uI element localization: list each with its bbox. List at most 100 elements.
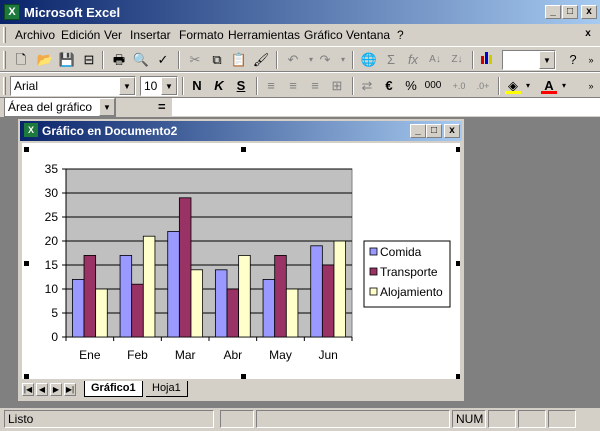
menu-grafico[interactable]: Gráfico xyxy=(304,28,343,42)
toolbar-options-icon[interactable]: » xyxy=(580,76,600,96)
menu-close-icon[interactable]: x xyxy=(580,28,596,42)
selection-handle[interactable] xyxy=(241,374,246,379)
prev-sheet-icon[interactable]: ◀ xyxy=(36,383,48,396)
chart-sheet[interactable]: 0 5 10 15 20 25 30 35 Ene Feb Mar Abr May Jun Comida… xyxy=(22,143,461,379)
fill-color-icon[interactable]: ◈ xyxy=(502,76,524,96)
italic-button[interactable]: K xyxy=(208,76,230,96)
cut-icon[interactable]: ✂ xyxy=(184,50,206,70)
currency-button[interactable]: € xyxy=(378,76,400,96)
bar[interactable] xyxy=(285,288,299,338)
menu-herramientas[interactable]: Herramientas xyxy=(228,28,300,42)
decrease-decimal-icon[interactable]: .0+ xyxy=(472,76,494,96)
close-button[interactable]: x xyxy=(581,5,597,19)
merge-center-icon[interactable]: ⊞ xyxy=(326,76,348,96)
zoom-combo[interactable]: ▼ xyxy=(502,50,556,70)
selection-handle[interactable] xyxy=(456,261,461,266)
paste-icon[interactable]: 📋 xyxy=(228,50,250,70)
sort-ascending-icon[interactable]: A↓ xyxy=(424,50,446,70)
chart-wizard-icon[interactable] xyxy=(477,50,499,70)
euro-conversion-icon[interactable]: ⇄ xyxy=(356,76,378,96)
first-sheet-icon[interactable]: |◀ xyxy=(22,383,34,396)
percent-button[interactable]: % xyxy=(400,76,422,96)
bar[interactable] xyxy=(142,235,156,338)
selection-handle[interactable] xyxy=(24,147,29,152)
plot-area[interactable] xyxy=(65,168,353,338)
bar[interactable] xyxy=(131,283,144,338)
status-bar: Listo NUM xyxy=(0,408,600,431)
align-center-icon[interactable]: ≡ xyxy=(282,76,304,96)
legend[interactable]: Comida Transporte Alojamiento xyxy=(363,240,451,308)
new-file-icon[interactable]: 🗋 xyxy=(10,50,32,70)
bar[interactable] xyxy=(333,240,347,338)
spellcheck-icon[interactable]: ✓ xyxy=(152,50,174,70)
save-icon[interactable]: 💾 xyxy=(56,50,78,70)
minimize-button[interactable]: _ xyxy=(545,5,561,19)
bar[interactable] xyxy=(226,288,240,338)
chevron-down-icon[interactable]: ▾ xyxy=(522,76,534,96)
sort-descending-icon[interactable]: Z↓ xyxy=(446,50,468,70)
menu-insertar[interactable]: Insertar xyxy=(130,28,171,42)
bar[interactable] xyxy=(83,255,97,338)
selection-handle[interactable] xyxy=(24,374,29,379)
bar[interactable] xyxy=(71,278,85,338)
print-icon[interactable]: 🖶 xyxy=(108,50,130,70)
workbook-minimize-button[interactable]: _ xyxy=(410,124,426,138)
menu-formato[interactable]: Formato xyxy=(179,28,224,42)
bar[interactable] xyxy=(274,255,287,338)
align-right-icon[interactable]: ≡ xyxy=(304,76,326,96)
menu-ver[interactable]: Ver xyxy=(104,28,122,42)
selection-handle[interactable] xyxy=(456,147,461,152)
font-color-icon[interactable]: A xyxy=(538,76,560,96)
bar[interactable] xyxy=(238,255,251,338)
menu-ventana[interactable]: Ventana xyxy=(346,28,390,42)
bold-button[interactable]: N xyxy=(186,76,208,96)
maximize-button[interactable]: □ xyxy=(562,5,578,19)
tab-hoja1[interactable]: Hoja1 xyxy=(146,381,188,397)
align-left-icon[interactable]: ≡ xyxy=(260,76,282,96)
bar[interactable] xyxy=(214,269,228,338)
tab-grafico1[interactable]: Gráfico1 xyxy=(84,381,143,397)
workbook-close-button[interactable]: x xyxy=(444,124,460,138)
thousands-button[interactable]: 000 xyxy=(422,76,444,96)
font-combo[interactable]: Arial ▼ xyxy=(10,76,136,96)
menu-edicion[interactable]: Edición xyxy=(61,28,100,42)
font-size-combo[interactable]: 10 ▼ xyxy=(140,76,178,96)
bar[interactable] xyxy=(321,264,335,338)
last-sheet-icon[interactable]: ▶| xyxy=(64,383,76,396)
menu-archivo[interactable]: Archivo xyxy=(15,28,55,42)
bar[interactable] xyxy=(310,245,323,338)
formula-input[interactable] xyxy=(172,97,600,116)
chevron-down-icon[interactable]: ▼ xyxy=(161,77,177,95)
selection-handle[interactable] xyxy=(241,147,246,152)
bar[interactable] xyxy=(190,269,204,338)
next-sheet-icon[interactable]: ▶ xyxy=(50,383,62,396)
name-box[interactable]: Área del gráfico ▼ xyxy=(4,97,116,117)
bar[interactable] xyxy=(178,197,192,338)
selection-handle[interactable] xyxy=(24,261,29,266)
chart-area[interactable]: 0 5 10 15 20 25 30 35 Ene Feb Mar Abr May Jun Comida… xyxy=(22,143,461,379)
function-icon[interactable]: fx xyxy=(402,50,424,70)
copy-icon[interactable]: ⧉ xyxy=(206,50,228,70)
open-folder-icon[interactable]: 📂 xyxy=(34,50,56,70)
hyperlink-icon[interactable]: 🌐 xyxy=(358,50,380,70)
format-painter-icon[interactable]: 🖌 xyxy=(250,50,272,70)
permission-icon[interactable]: ⊟ xyxy=(78,50,100,70)
chevron-down-icon[interactable]: ▼ xyxy=(99,98,115,116)
menu-ayuda[interactable]: ? xyxy=(397,28,404,42)
bar[interactable] xyxy=(119,255,133,338)
workbook-maximize-button[interactable]: □ xyxy=(426,124,442,138)
print-preview-icon[interactable]: 🔍 xyxy=(130,50,152,70)
underline-button[interactable]: S xyxy=(230,76,252,96)
increase-decimal-icon[interactable]: +.0 xyxy=(448,76,470,96)
bar[interactable] xyxy=(95,288,108,338)
bar[interactable] xyxy=(167,231,180,338)
chevron-down-icon[interactable]: ▼ xyxy=(119,77,135,95)
selection-handle[interactable] xyxy=(456,374,461,379)
autosum-icon[interactable]: Σ xyxy=(380,50,402,70)
bar[interactable] xyxy=(262,278,276,338)
chevron-down-icon[interactable]: ▾ xyxy=(558,76,570,96)
chevron-down-icon[interactable]: ▼ xyxy=(539,51,555,69)
formula-equals: = xyxy=(158,99,166,114)
toolbar-options-icon[interactable]: » xyxy=(580,50,600,70)
redo-dropdown-icon[interactable]: ▾ xyxy=(332,50,354,70)
